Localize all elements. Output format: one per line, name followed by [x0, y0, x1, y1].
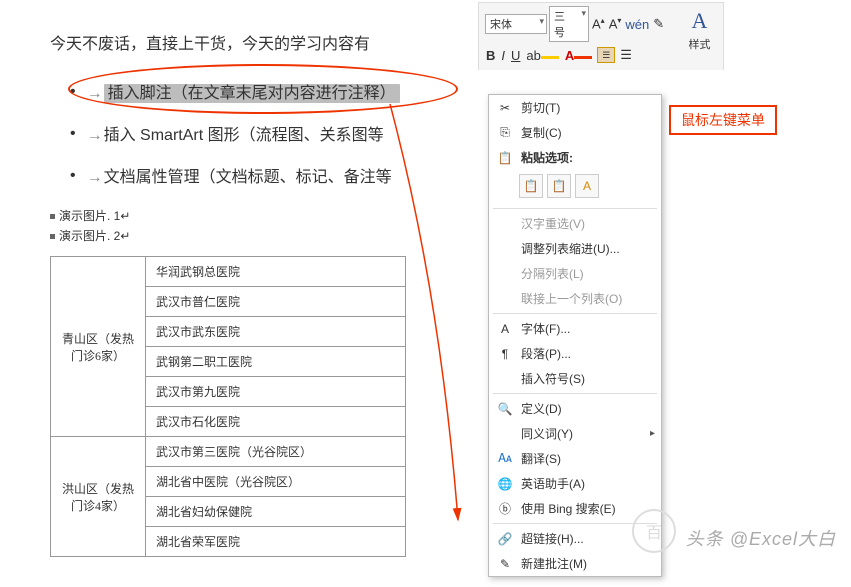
- demo-img-2: 演示图片. 2↵: [50, 227, 801, 244]
- scissors-icon: ✂: [495, 100, 515, 116]
- annotation-label: 鼠标左键菜单: [669, 105, 777, 135]
- watermark-logo: 百: [632, 509, 676, 553]
- bullets-button[interactable]: ☰: [597, 47, 615, 63]
- menu-adjust-list[interactable]: 调整列表缩进(U)...: [489, 236, 661, 261]
- table-row: 洪山区（发热门诊4家）武汉市第三医院（光谷院区）: [51, 437, 406, 467]
- paste-merge-formatting[interactable]: 📋: [547, 174, 571, 198]
- menu-paragraph[interactable]: ¶段落(P)...: [489, 341, 661, 366]
- paragraph-icon: ¶: [495, 346, 515, 362]
- font-select[interactable]: 宋体: [485, 14, 547, 34]
- styles-pane[interactable]: A 样式: [676, 2, 724, 70]
- bullet-footnote: →插入脚注（在文章末尾对内容进行注释）: [90, 79, 801, 103]
- copy-icon: ⎘: [495, 125, 515, 141]
- highlight-button[interactable]: ab: [525, 48, 559, 63]
- increase-font[interactable]: A▴: [591, 16, 606, 31]
- paste-icon: 📋: [495, 150, 515, 166]
- bing-icon: ⓑ: [495, 501, 515, 517]
- size-select[interactable]: 三号: [549, 6, 589, 42]
- comment-icon: ✎: [495, 556, 515, 572]
- font-icon: A: [495, 321, 515, 337]
- menu-synonym[interactable]: 同义词(Y): [489, 421, 661, 446]
- menu-insert-symbol[interactable]: 插入符号(S): [489, 366, 661, 391]
- menu-english[interactable]: 🌐英语助手(A): [489, 471, 661, 496]
- paste-option-buttons: 📋 📋 A: [489, 170, 661, 206]
- menu-new-comment[interactable]: ✎新建批注(M): [489, 551, 661, 576]
- hospital-table: 青山区（发热门诊6家）华润武钢总医院 武汉市普仁医院 武汉市武东医院 武钢第二职…: [50, 256, 406, 557]
- styles-icon: A: [676, 8, 723, 34]
- context-menu: ✂剪切(T) ⎘复制(C) 📋粘贴选项: 📋 📋 A 汉字重选(V) 调整列表缩…: [488, 94, 662, 577]
- table-row: 青山区（发热门诊6家）华润武钢总医院: [51, 257, 406, 287]
- menu-define[interactable]: 🔍定义(D): [489, 396, 661, 421]
- bold-button[interactable]: B: [485, 48, 496, 63]
- decrease-font[interactable]: A▾: [608, 16, 623, 31]
- phonetic-guide[interactable]: wén: [624, 17, 650, 32]
- paste-keep-formatting[interactable]: 📋: [519, 174, 543, 198]
- italic-button[interactable]: I: [500, 48, 506, 63]
- format-painter-icon[interactable]: ✎: [652, 16, 665, 32]
- book-icon: 🔍: [495, 401, 515, 417]
- english-icon: 🌐: [495, 476, 515, 492]
- menu-font[interactable]: A字体(F)...: [489, 316, 661, 341]
- menu-copy[interactable]: ⎘复制(C): [489, 120, 661, 145]
- link-icon: 🔗: [495, 531, 515, 547]
- underline-button[interactable]: U: [510, 48, 521, 63]
- paste-text-only[interactable]: A: [575, 174, 599, 198]
- menu-translate[interactable]: 🗛翻译(S): [489, 446, 661, 471]
- menu-split-list: 分隔列表(L): [489, 261, 661, 286]
- numbering-button[interactable]: ☰: [619, 47, 633, 63]
- bullet-docprops: →文档属性管理（文档标题、标记、备注等: [90, 163, 801, 187]
- translate-icon: 🗛: [495, 451, 515, 467]
- menu-link-prev: 联接上一个列表(O): [489, 286, 661, 311]
- menu-paste-options: 📋粘贴选项:: [489, 145, 661, 170]
- menu-hanzi: 汉字重选(V): [489, 211, 661, 236]
- demo-img-1: 演示图片. 1↵: [50, 207, 801, 224]
- watermark-text: 头条 @Excel大白: [686, 525, 836, 551]
- menu-cut[interactable]: ✂剪切(T): [489, 95, 661, 120]
- font-color-button[interactable]: A: [564, 48, 593, 63]
